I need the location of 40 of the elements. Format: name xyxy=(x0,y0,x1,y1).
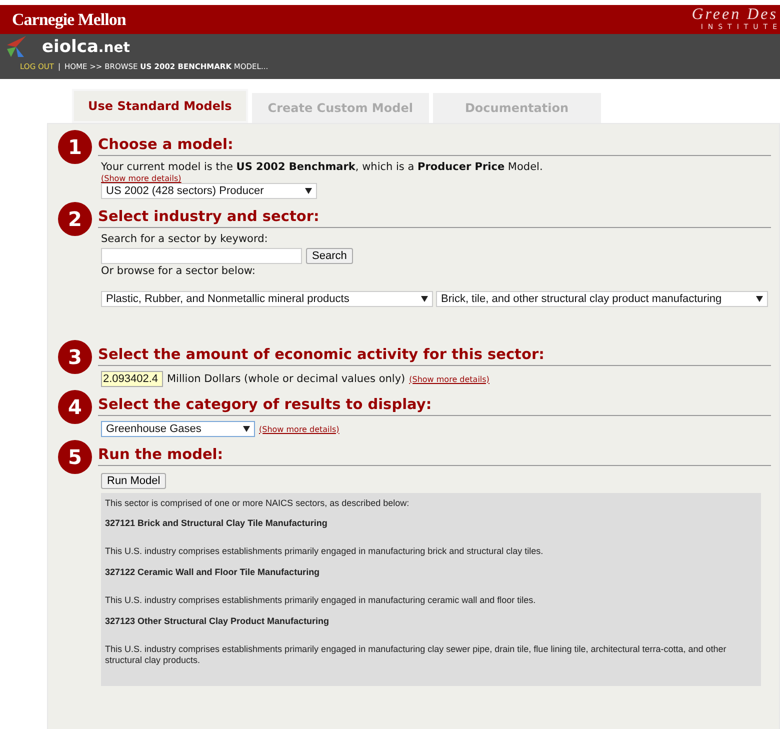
institute-logo-script: Green Des xyxy=(692,7,778,23)
site-logo[interactable]: eiolca.net xyxy=(42,37,130,57)
details-link[interactable]: (Show more details) xyxy=(101,174,771,183)
unit-label: Million Dollars (whole or decimal values only) xyxy=(167,372,406,386)
step-number: 5 xyxy=(58,440,92,474)
run-model-button[interactable]: Run Model xyxy=(101,473,166,489)
step-number: 1 xyxy=(58,130,92,164)
search-label: Search for a sector by keyword: xyxy=(101,233,269,246)
step-number: 2 xyxy=(58,202,92,236)
tab[interactable]: Use Standard Models xyxy=(72,89,248,123)
caret-icon xyxy=(756,296,763,302)
sector-dropdown[interactable]: Plastic, Rubber, and Nonmetallic mineral products xyxy=(101,291,433,307)
naics-sector-title: 327123 Other Structural Clay Product Manufacturing xyxy=(105,616,330,626)
naics-sector-title: 327122 Ceramic Wall and Floor Tile Manufacturing xyxy=(105,567,321,577)
step-heading: Choose a model: xyxy=(98,130,771,156)
naics-sector-title: 327121 Brick and Structural Clay Tile Manufacturing xyxy=(105,518,328,528)
details-link[interactable]: (Show more details) xyxy=(259,424,340,434)
caret-icon xyxy=(243,426,250,432)
caret-icon xyxy=(305,188,312,194)
caret-icon xyxy=(421,296,428,302)
step-heading: Run the model: xyxy=(98,440,771,466)
category-dropdown[interactable]: Greenhouse Gases xyxy=(101,421,255,437)
step-number: 3 xyxy=(58,340,92,374)
browse-label: Or browse for a sector below: xyxy=(101,265,256,278)
search-button[interactable]: Search xyxy=(306,248,353,264)
step-heading: Select industry and sector: xyxy=(98,202,771,228)
step-heading: Select the amount of economic activity for this sector: xyxy=(98,340,771,366)
university-logo[interactable]: Carnegie Mellon xyxy=(12,10,126,30)
step-number: 4 xyxy=(58,390,92,424)
model-dropdown[interactable]: US 2002 (428 sectors) Producer xyxy=(101,183,317,199)
sector-dropdown[interactable]: Brick, tile, and other structural clay product manufacturing xyxy=(436,291,768,307)
naics-sector-description: This U.S. industry comprises establishments primarily engaged in manufacturing brick and structural clay tiles. xyxy=(105,546,544,557)
details-link[interactable]: (Show more details) xyxy=(409,374,490,384)
model-description: Your current model is the US 2002 Benchmark, which is a Producer Price Model. xyxy=(101,161,544,174)
naics-sector-description: This U.S. industry comprises establishments primarily engaged in manufacturing ceramic wall and floor tiles. xyxy=(105,595,537,606)
search-field[interactable] xyxy=(101,248,302,264)
description-intro: This sector is comprised of one or more NAICS sectors, as described below: xyxy=(105,498,410,508)
naics-sector-description: This U.S. industry comprises establishments primarily engaged in manufacturing clay sewer pipe, drain tile, flue lining tile, architectural terra-cotta, and other structural clay products. xyxy=(105,644,728,666)
amount-field[interactable]: 2.093402.4 xyxy=(101,371,163,387)
step-heading: Select the category of results to display: xyxy=(98,390,771,416)
